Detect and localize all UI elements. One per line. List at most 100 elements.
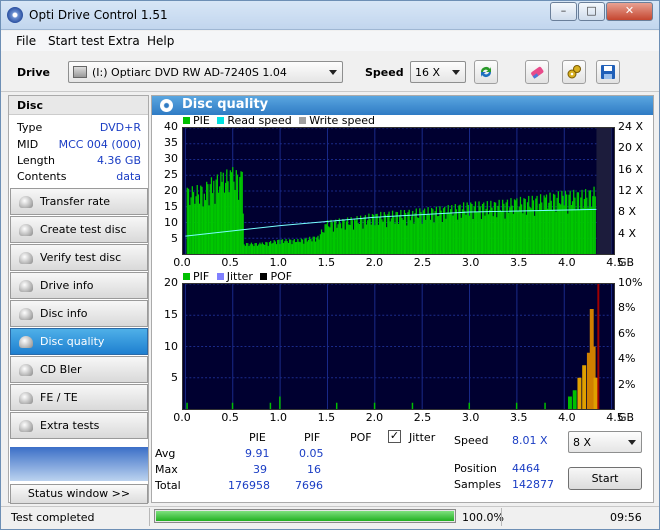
legend-pie: PIE	[193, 114, 210, 127]
nav-transfer-rate[interactable]: Transfer rate	[10, 188, 148, 215]
nav-extra-tests[interactable]: Extra tests	[10, 412, 148, 439]
minimize-button[interactable]: –	[550, 2, 577, 21]
window-title: Opti Drive Control 1.51	[29, 8, 168, 22]
jitter-checkbox[interactable]: ✓	[388, 430, 401, 443]
speed-value: 16 X	[415, 66, 441, 79]
x-tick-label: 2.5	[413, 411, 432, 424]
menu-help[interactable]: Help	[147, 34, 174, 48]
stats-header-pof: POF	[350, 431, 372, 444]
settings-button[interactable]	[562, 60, 586, 84]
nav-disc-quality[interactable]: Disc quality	[10, 328, 148, 355]
progress-bar	[154, 509, 456, 523]
y-tick-label: 20	[164, 276, 178, 289]
disc-value: 4.36 GB	[96, 154, 141, 167]
x-tick-label: 0.0	[173, 256, 191, 269]
x-tick-label: 0.5	[221, 411, 239, 424]
legend-swatch	[299, 117, 307, 124]
save-icon	[601, 65, 615, 79]
x-axis-unit: GB	[618, 256, 635, 269]
disc-icon	[19, 252, 33, 264]
x-tick-label: 2.0	[365, 411, 384, 424]
nav-label: FE / TE	[40, 391, 78, 404]
title-bar: Opti Drive Control 1.51 – □ ✕	[1, 1, 659, 30]
y2-tick-label: 10%	[618, 276, 643, 289]
x-tick-label: 3.0	[461, 256, 480, 269]
y-tick-label: 5	[171, 232, 178, 245]
eraser-icon	[531, 66, 544, 79]
test-speed-select[interactable]: 8 X	[568, 431, 642, 453]
erase-button[interactable]	[525, 60, 549, 84]
legend-swatch	[216, 273, 224, 280]
y2-tick-label: 20 X	[618, 141, 644, 155]
pif-bar	[186, 402, 188, 409]
max-label: Max	[155, 463, 178, 476]
avg-pie: 9.91	[245, 447, 270, 460]
samples-value: 142877	[512, 478, 554, 491]
disc-key: Type	[17, 121, 43, 134]
disc-icon	[19, 336, 33, 348]
status-window-button[interactable]: Status window >>	[10, 484, 148, 504]
toolbar: Drive (I:) Optiarc DVD RW AD-7240S 1.04 …	[1, 52, 659, 92]
menu-start-test[interactable]: Start test	[48, 34, 104, 48]
status-divider	[501, 508, 502, 526]
samples-label: Samples	[454, 478, 501, 491]
y-tick-label: 10	[164, 216, 178, 229]
save-button[interactable]	[596, 60, 620, 84]
menu-extra[interactable]: Extra	[108, 34, 140, 48]
close-button[interactable]: ✕	[606, 2, 653, 21]
sidebar: Disc Type DVD+R MID MCC 004 (000) Length 4.…	[8, 95, 149, 503]
gear-icon	[567, 65, 581, 79]
nav-label: Verify test disc	[40, 251, 122, 264]
position-label: Position	[454, 462, 497, 475]
x-tick-label: 1.0	[269, 256, 287, 269]
sidebar-filler	[10, 447, 148, 481]
x-tick-label: 3.5	[510, 411, 528, 424]
drive-select[interactable]: (I:) Optiarc DVD RW AD-7240S 1.04	[68, 61, 343, 83]
elapsed-time: 09:56	[610, 511, 642, 524]
nav-label: Transfer rate	[40, 195, 111, 208]
pif-bar	[593, 377, 598, 409]
maximize-button[interactable]: □	[578, 2, 605, 21]
menu-file[interactable]: File	[16, 34, 36, 48]
y-tick-label: 10	[164, 339, 178, 353]
disc-icon	[19, 308, 33, 320]
x-tick-label: 1.0	[269, 411, 287, 424]
refresh-button[interactable]	[474, 60, 498, 84]
drive-icon	[73, 66, 87, 78]
status-divider	[149, 508, 150, 526]
nav-disc-info[interactable]: Disc info	[10, 300, 148, 327]
nav-create-test-disc[interactable]: Create test disc	[10, 216, 148, 243]
y2-tick-label: 8 X	[618, 205, 637, 219]
nav-label: CD Bler	[40, 363, 82, 376]
legend-pif: PIF	[193, 270, 210, 283]
pif-bar	[544, 402, 546, 409]
x-tick-label: 2.5	[413, 256, 432, 269]
speed-stat-label: Speed	[454, 434, 489, 447]
legend-swatch	[217, 117, 225, 124]
nav-cd-bler[interactable]: CD Bler	[10, 356, 148, 383]
refresh-icon	[481, 67, 491, 77]
jitter-label: Jitter	[409, 431, 436, 444]
nav-verify-test-disc[interactable]: Verify test disc	[10, 244, 148, 271]
disc-key: Contents	[17, 170, 67, 183]
pie-chart	[182, 127, 615, 255]
speed-select[interactable]: 16 X	[410, 61, 466, 83]
y-tick-label: 25	[164, 168, 178, 181]
pif-bar	[411, 402, 414, 409]
disc-value: DVD+R	[99, 121, 141, 134]
max-pie: 39	[253, 463, 267, 476]
start-button[interactable]: Start	[568, 467, 642, 490]
nav-drive-info[interactable]: Drive info	[10, 272, 148, 299]
nav-fe-te[interactable]: FE / TE	[10, 384, 148, 411]
disc-icon	[19, 224, 33, 236]
nav-label: Disc quality	[40, 335, 105, 348]
disc-icon	[19, 392, 33, 404]
stats-header-pif: PIF	[304, 431, 321, 444]
disc-header: Disc	[9, 96, 148, 115]
y2-tick-label: 4%	[618, 352, 636, 366]
x-tick-label: 3.0	[461, 411, 480, 424]
app-window: Opti Drive Control 1.51 – □ ✕ File Start…	[0, 0, 660, 530]
pif-bar	[335, 402, 338, 409]
legend-swatch	[183, 117, 190, 124]
y2-tick-label: 6%	[618, 326, 636, 340]
